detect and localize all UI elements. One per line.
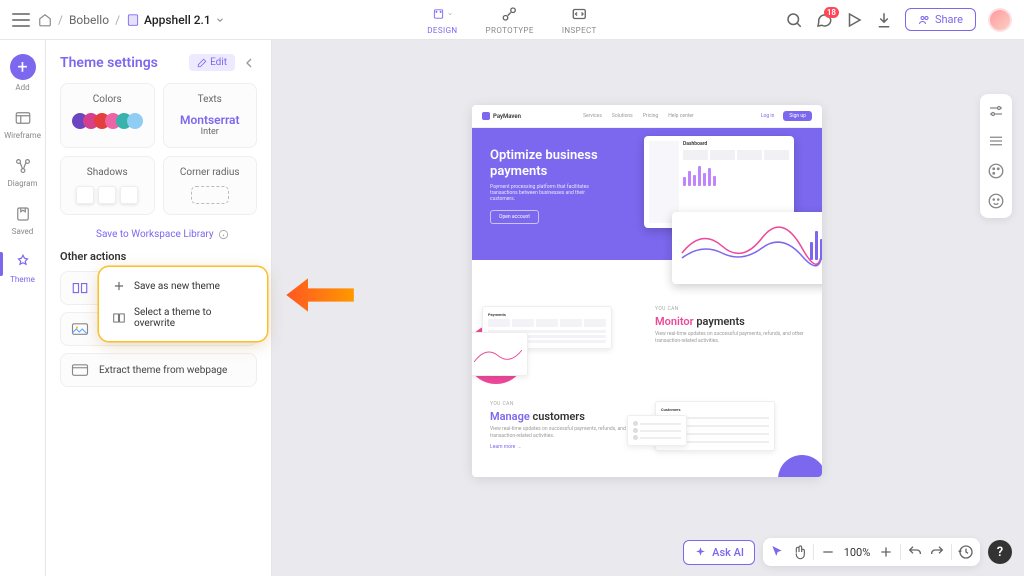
edit-button[interactable]: Edit [189,54,235,71]
search-icon[interactable] [785,11,803,29]
font-primary: Montserrat [180,113,240,127]
save-options-popup: Save as new theme Select a theme to over… [99,267,267,341]
comments-icon[interactable]: 18 [815,11,833,29]
rail-add[interactable]: +Add [0,54,45,92]
home-icon[interactable] [38,13,52,27]
palette-icon[interactable] [987,162,1005,180]
avatar[interactable] [988,8,1012,32]
redo-icon[interactable] [929,544,945,560]
top-bar: / Bobello / Appshell 2.1 DESIGN PROTOTYP… [0,0,1024,40]
diagram-icon [14,157,32,175]
menu-icon[interactable] [12,13,30,27]
rail-saved[interactable]: Saved [0,204,45,236]
wireframe-icon [14,109,32,127]
inspect-icon [570,5,588,23]
users-icon [918,14,930,26]
artboard-preview[interactable]: PayMaven ServicesSolutionsPricingHelp ce… [472,105,822,477]
callout-arrow [283,275,358,315]
design-icon [432,5,444,23]
notification-badge: 18 [824,7,839,18]
webpage-icon [71,363,89,377]
undo-icon[interactable] [907,544,923,560]
card-corner[interactable]: Corner radius [163,156,258,215]
plus-icon [112,279,126,293]
zoom-in-icon[interactable] [878,544,894,560]
file-icon [126,13,140,27]
tab-design[interactable]: DESIGN [427,4,457,35]
book-icon [112,311,126,325]
action-extract-webpage[interactable]: Extract theme from webpage [60,353,257,387]
panel-title: Theme settings [60,55,158,71]
cursor-icon[interactable] [769,544,785,560]
tab-inspect[interactable]: INSPECT [562,4,597,35]
theme-icon [14,253,32,271]
share-button[interactable]: Share [905,8,976,31]
other-actions-label: Other actions [60,250,257,263]
plus-icon: + [10,54,36,80]
chevron-down-icon [215,15,225,25]
breadcrumb-file[interactable]: Appshell 2.1 [126,13,225,27]
save-to-library-link[interactable]: Save to Workspace Library [96,229,257,240]
layers-icon[interactable] [987,132,1005,150]
popup-save-new[interactable]: Save as new theme [104,272,262,300]
canvas[interactable]: PayMaven ServicesSolutionsPricingHelp ce… [272,40,1024,576]
breadcrumb: / Bobello / Appshell 2.1 [38,13,225,27]
breadcrumb-workspace[interactable]: Bobello [69,13,109,27]
collapse-icon[interactable] [241,55,257,71]
hand-icon[interactable] [791,544,807,560]
settings-sliders-icon[interactable] [987,102,1005,120]
sparkle-icon [694,546,707,559]
info-icon [218,229,229,240]
popup-overwrite[interactable]: Select a theme to overwrite [104,300,262,336]
chevron-down-icon [447,10,453,18]
font-secondary: Inter [180,127,240,137]
zoom-value: 100% [842,546,872,559]
rail-diagram[interactable]: Diagram [0,156,45,188]
download-icon[interactable] [875,11,893,29]
card-shadows[interactable]: Shadows [60,156,155,215]
rail-theme[interactable]: Theme [0,252,45,284]
pencil-icon [197,58,207,68]
face-icon[interactable] [987,192,1005,210]
ask-ai-button[interactable]: Ask AI [683,540,755,565]
prototype-icon [501,5,519,23]
right-toolbar [980,94,1012,218]
left-rail: +Add Wireframe Diagram Saved Theme [0,40,46,576]
play-icon[interactable] [845,11,863,29]
bottom-toolbar: Ask AI 100% ? [683,538,1012,566]
book-icon [71,281,89,295]
history-icon[interactable] [958,544,974,560]
saved-icon [14,205,32,223]
image-icon [71,322,89,336]
card-colors[interactable]: Colors [60,83,155,148]
color-swatches [72,113,143,129]
rail-wireframe[interactable]: Wireframe [0,108,45,140]
zoom-out-icon[interactable] [820,544,836,560]
tab-prototype[interactable]: PROTOTYPE [486,4,534,35]
help-button[interactable]: ? [988,540,1012,564]
card-texts[interactable]: Texts Montserrat Inter [163,83,258,148]
